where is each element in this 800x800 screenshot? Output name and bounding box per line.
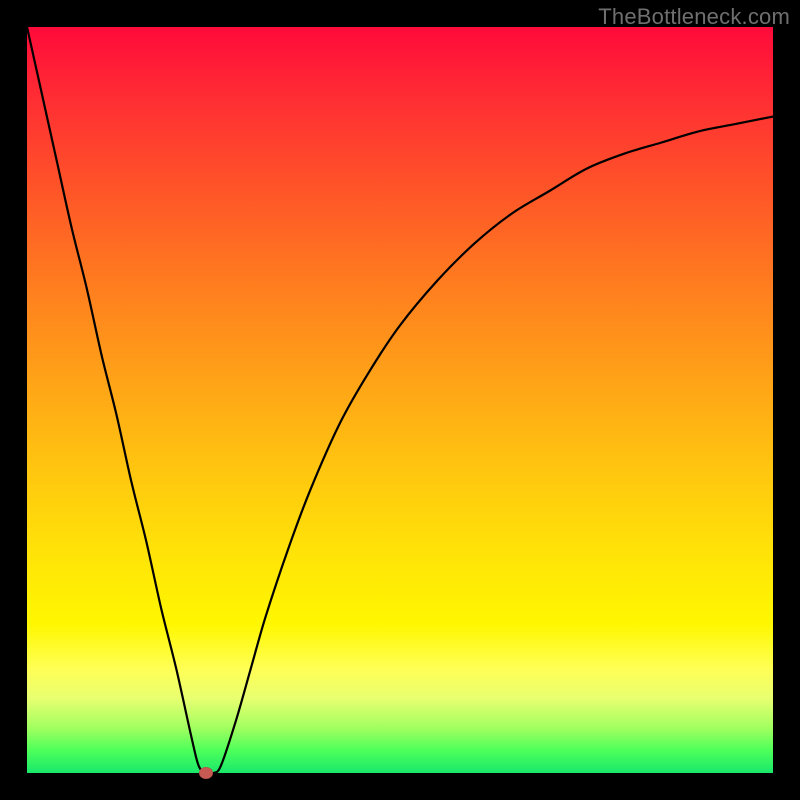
chart-frame: TheBottleneck.com [0, 0, 800, 800]
bottleneck-curve [27, 27, 773, 773]
optimal-marker [199, 767, 213, 779]
watermark-text: TheBottleneck.com [598, 4, 790, 30]
plot-area [27, 27, 773, 773]
